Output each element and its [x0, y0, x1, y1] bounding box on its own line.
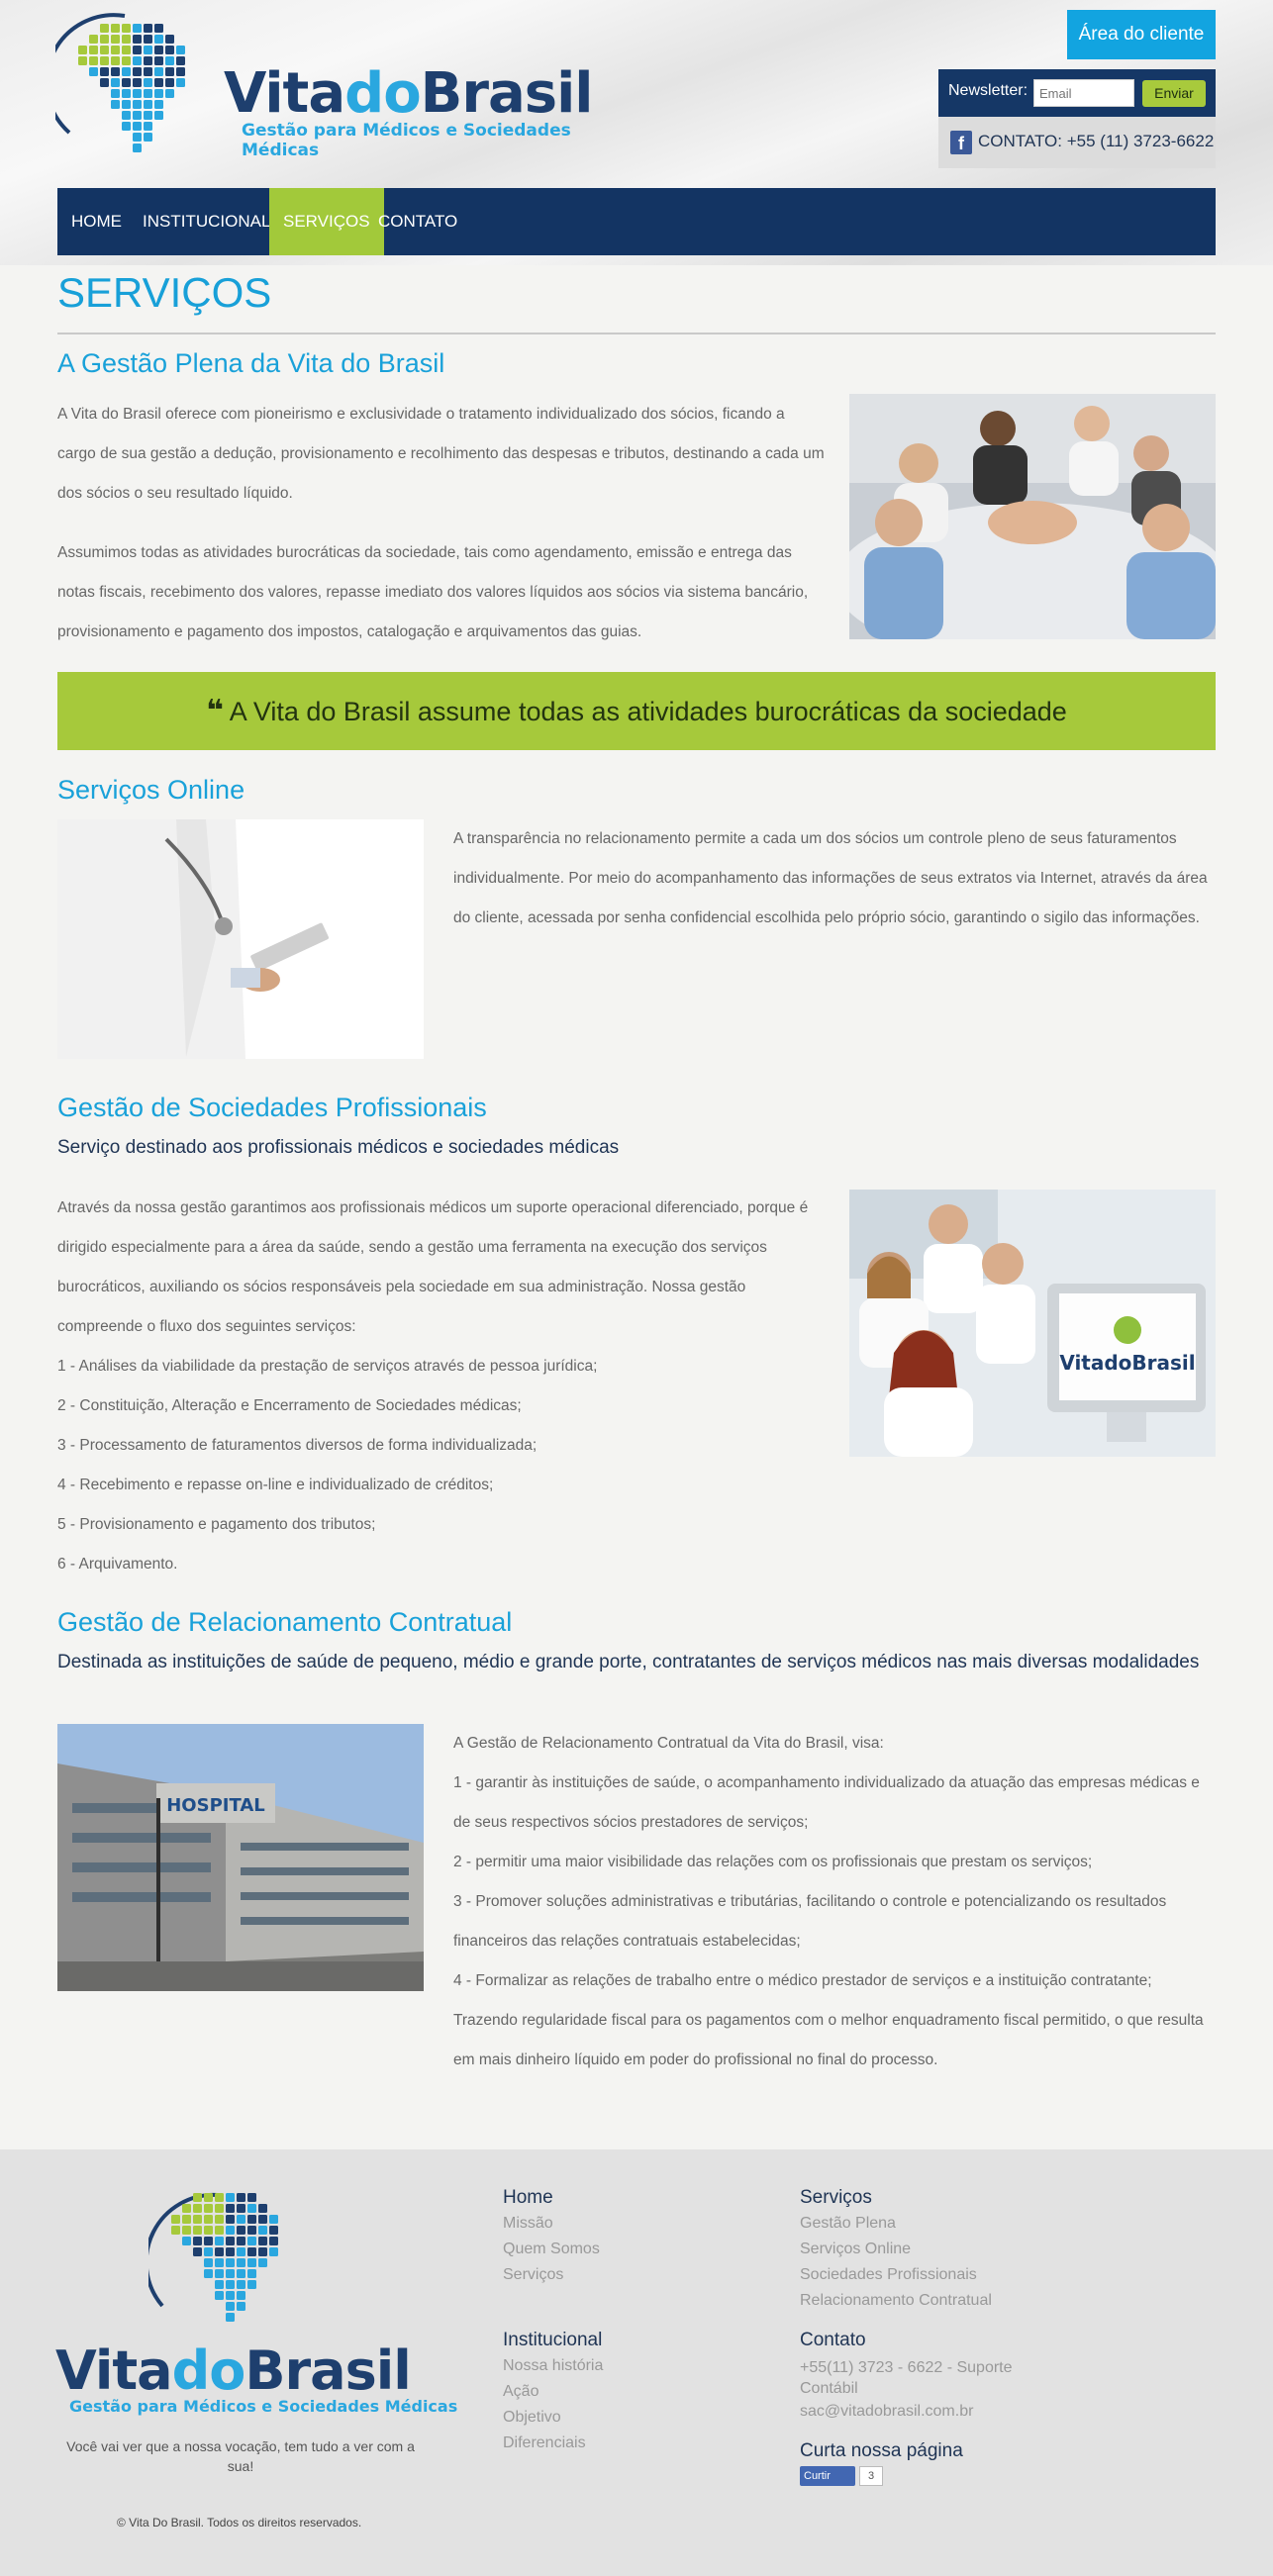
footer: VitadoBrasil Gestão para Médicos e Socie… [0, 2149, 1273, 2576]
newsletter-label: Newsletter: [948, 82, 1028, 99]
nav-item-home[interactable]: HOME [57, 188, 136, 255]
brazil-map-logo-icon [55, 13, 185, 152]
sociedades-item: 3 - Processamento de faturamentos divers… [57, 1437, 538, 1454]
facebook-like-button[interactable]: Curtir [800, 2466, 855, 2486]
main-nav: HOME INSTITUCIONAL SERVIÇOS CONTATO [57, 188, 1216, 255]
contratual-text: A Gestão de Relacionamento Contratual da… [453, 1724, 1221, 2080]
gestao-plena-text: A Vita do Brasil oferece com pioneirismo… [57, 395, 825, 652]
footer-link[interactable]: Serviços [503, 2266, 563, 2284]
footer-link[interactable]: Gestão Plena [800, 2215, 896, 2233]
footer-contato-email[interactable]: sac@vitadobrasil.com.br [800, 2403, 973, 2421]
sociedades-intro: Através da nossa gestão garantimos aos p… [57, 1199, 809, 1335]
footer-servicos-title[interactable]: Serviços [800, 2187, 872, 2209]
newsletter-email-input[interactable] [1033, 79, 1134, 107]
facebook-like-label: Curtir [804, 2470, 831, 2482]
footer-link[interactable]: Diferenciais [503, 2434, 586, 2452]
contratual-line: 3 - Promover soluções administrativas e … [453, 1893, 1167, 1950]
footer-brazil-map-logo-icon [148, 2192, 278, 2322]
footer-contato-phone: +55(11) 3723 - 6622 - Suporte Contábil [800, 2359, 1013, 2397]
footer-link[interactable]: Objetivo [503, 2409, 561, 2427]
facebook-like-count: 3 [859, 2466, 883, 2486]
monitor-logo-text: VitadoBrasil [1059, 1351, 1195, 1375]
header: VitadoBrasil Gestão para Médicos e Socie… [0, 0, 1273, 265]
facebook-icon[interactable]: f [950, 131, 972, 154]
footer-slogan: Você vai ver que a nossa vocação, tem tu… [66, 2438, 415, 2474]
contratual-line: Trazendo regularidade fiscal para os pag… [453, 2012, 1204, 2068]
sociedades-subtitle: Serviço destinado aos profissionais médi… [57, 1137, 620, 1158]
footer-logo-tagline: Gestão para Médicos e Sociedades Médicas [69, 2397, 458, 2416]
hospital-sign-text: HOSPITAL [166, 1795, 265, 1816]
contratual-line: 4 - Formalizar as relações de trabalho e… [453, 1972, 1152, 1989]
footer-contato-title: Contato [800, 2330, 866, 2350]
footer-copyright: © Vita Do Brasil. Todos os direitos rese… [117, 2516, 362, 2529]
page-title: SERVIÇOS [57, 269, 272, 316]
footer-curta-title: Curta nossa página [800, 2440, 963, 2461]
contratual-line: A Gestão de Relacionamento Contratual da… [453, 1735, 884, 1752]
highlight-banner-text: A Vita do Brasil assume todas as ativida… [229, 697, 1067, 726]
gestao-plena-paragraph: Assumimos todas as atividades burocrátic… [57, 544, 809, 640]
footer-link[interactable]: Quem Somos [503, 2241, 600, 2258]
doctor-tablet-photo [57, 819, 424, 1059]
newsletter-submit-button[interactable]: Enviar [1142, 80, 1206, 107]
contratual-line: 2 - permitir uma maior visibilidade das … [453, 1854, 1093, 1870]
gestao-plena-heading: A Gestão Plena da Vita do Brasil [57, 348, 445, 378]
area-do-cliente-button[interactable]: Área do cliente [1067, 10, 1216, 59]
newsletter-form: Newsletter: Enviar [938, 69, 1216, 117]
medical-team-monitor-photo: VitadoBrasil [849, 1190, 1216, 1457]
contratual-subtitle: Destinada as instituições de saúde de pe… [57, 1652, 1200, 1672]
footer-institucional-title[interactable]: Institucional [503, 2330, 602, 2351]
logo-tagline: Gestão para Médicos e Sociedades Médicas [242, 121, 571, 160]
highlight-banner: ❝ A Vita do Brasil assume todas as ativid… [57, 672, 1216, 750]
servicos-online-text: A transparência no relacionamento permit… [453, 830, 1208, 926]
nav-item-contato[interactable]: CONTATO [364, 188, 471, 255]
header-contact: f CONTATO: +55 (11) 3723-6622 [938, 117, 1216, 168]
vita-do-brasil-logo[interactable]: VitadoBrasil Gestão para Médicos e Socie… [55, 10, 630, 168]
header-contact-phone: CONTATO: +55 (11) 3723-6622 [978, 132, 1215, 150]
footer-link[interactable]: Missão [503, 2215, 553, 2233]
title-divider [57, 333, 1216, 334]
nav-item-institucional[interactable]: INSTITUCIONAL [129, 188, 284, 255]
sociedades-item: 6 - Arquivamento. [57, 1556, 178, 1573]
sociedades-item: 5 - Provisionamento e pagamento dos trib… [57, 1516, 376, 1533]
footer-link[interactable]: Serviços Online [800, 2241, 911, 2258]
footer-link[interactable]: Ação [503, 2383, 539, 2401]
gestao-plena-paragraph: A Vita do Brasil oferece com pioneirismo… [57, 406, 825, 502]
logo-wordmark: VitadoBrasil [224, 61, 593, 126]
footer-link[interactable]: Relacionamento Contratual [800, 2292, 992, 2310]
servicos-online-heading: Serviços Online [57, 775, 245, 805]
hospital-building-photo: HOSPITAL [57, 1724, 424, 1991]
sociedades-item: 2 - Constituição, Alteração e Encerramen… [57, 1397, 522, 1414]
team-hands-photo [849, 394, 1216, 639]
sociedades-text: Através da nossa gestão garantimos aos p… [57, 1189, 825, 1584]
contratual-line: 1 - garantir às instituições de saúde, o… [453, 1774, 1200, 1831]
quote-icon: ❝ [206, 695, 224, 727]
footer-link[interactable]: Sociedades Profissionais [800, 2266, 977, 2284]
contratual-heading: Gestão de Relacionamento Contratual [57, 1607, 513, 1637]
sociedades-item: 4 - Recebimento e repasse on-line e indi… [57, 1477, 494, 1493]
footer-link[interactable]: Nossa história [503, 2357, 603, 2375]
sociedades-item: 1 - Análises da viabilidade da prestação… [57, 1358, 598, 1375]
sociedades-heading: Gestão de Sociedades Profissionais [57, 1093, 487, 1122]
footer-home-title[interactable]: Home [503, 2187, 553, 2209]
footer-logo-wordmark: VitadoBrasil [55, 2339, 412, 2402]
